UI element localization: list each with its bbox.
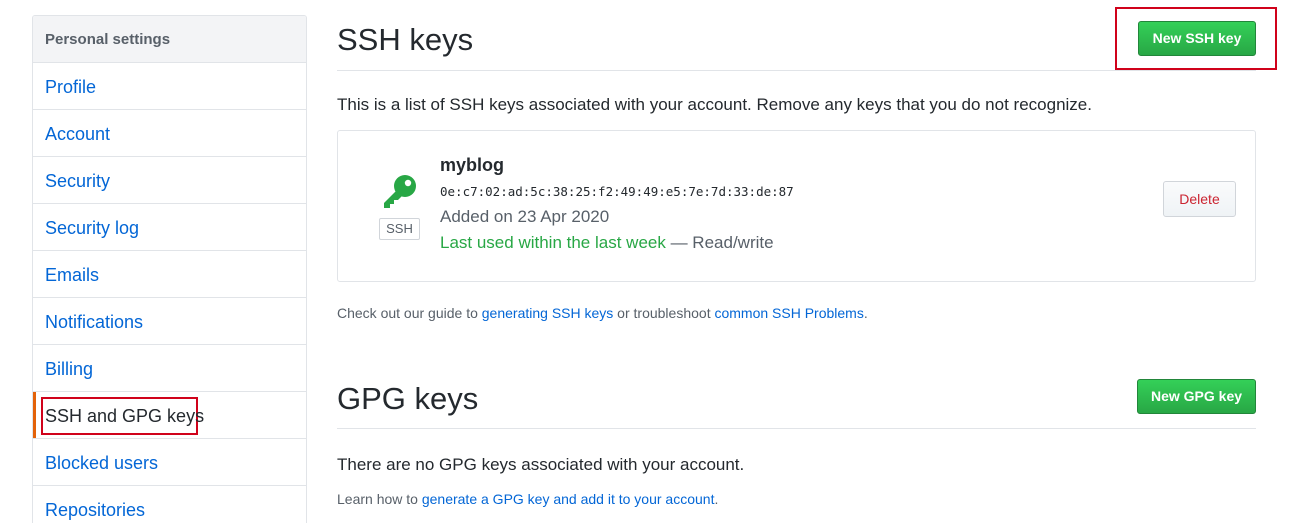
sidebar-item-label: Notifications — [45, 312, 144, 332]
sidebar-item-label: Repositories — [45, 500, 146, 520]
gpg-empty-message: There are no GPG keys associated with yo… — [337, 455, 745, 474]
learn-suffix-text: . — [714, 491, 719, 507]
key-usage: Last used within the last week — Read/wr… — [440, 233, 774, 253]
ssh-section-divider — [337, 70, 1256, 71]
ssh-guide-note: Check out our guide to generating SSH ke… — [337, 305, 868, 321]
guide-suffix-text: . — [863, 305, 868, 321]
key-fingerprint: 0e:c7:02:ad:5c:38:25:f2:49:49:e5:7e:7d:3… — [440, 184, 794, 199]
sidebar-item-blocked-users[interactable]: Blocked users — [33, 439, 306, 486]
key-last-used: Last used within the last week — [440, 233, 666, 252]
sidebar-item-label: SSH and GPG keys — [45, 406, 205, 426]
settings-sidebar: Personal settings Profile Account Securi… — [32, 15, 307, 523]
generate-gpg-key-link[interactable]: generate a GPG key and add it to your ac… — [422, 491, 715, 507]
sidebar-item-label: Billing — [45, 359, 94, 379]
sidebar-item-ssh-gpg-keys[interactable]: SSH and GPG keys — [33, 392, 306, 439]
new-ssh-key-button[interactable]: New SSH key — [1138, 21, 1256, 56]
new-gpg-key-button[interactable]: New GPG key — [1137, 379, 1256, 414]
key-access: — Read/write — [665, 233, 774, 252]
key-added-date: Added on 23 Apr 2020 — [440, 207, 610, 226]
sidebar-item-notifications[interactable]: Notifications — [33, 298, 306, 345]
sidebar-item-label: Profile — [45, 77, 97, 97]
ssh-keys-title: SSH keys — [337, 22, 474, 57]
delete-key-button[interactable]: Delete — [1163, 181, 1236, 217]
key-icon — [380, 173, 418, 211]
gpg-learn-note: Learn how to generate a GPG key and add … — [337, 491, 718, 507]
sidebar-item-label: Security log — [45, 218, 140, 238]
guide-middle-text: or troubleshoot — [613, 305, 715, 321]
sidebar-item-security[interactable]: Security — [33, 157, 306, 204]
sidebar-item-emails[interactable]: Emails — [33, 251, 306, 298]
sidebar-item-repositories[interactable]: Repositories — [33, 486, 306, 523]
sidebar-item-profile[interactable]: Profile — [33, 63, 306, 110]
ssh-key-item: SSH myblog 0e:c7:02:ad:5c:38:25:f2:49:49… — [337, 130, 1256, 282]
sidebar-item-label: Emails — [45, 265, 100, 285]
gpg-keys-title: GPG keys — [337, 381, 479, 416]
sidebar-item-billing[interactable]: Billing — [33, 345, 306, 392]
generating-ssh-keys-link[interactable]: generating SSH keys — [482, 305, 614, 321]
common-ssh-problems-link[interactable]: common SSH Problems — [714, 305, 863, 321]
sidebar-item-label: Account — [45, 124, 111, 144]
sidebar-item-account[interactable]: Account — [33, 110, 306, 157]
sidebar-item-label: Blocked users — [45, 453, 159, 473]
ssh-description: This is a list of SSH keys associated wi… — [337, 95, 1092, 114]
gpg-section-divider — [337, 428, 1256, 429]
sidebar-header: Personal settings — [33, 16, 306, 63]
ssh-badge: SSH — [379, 218, 420, 240]
sidebar-item-label: Security — [45, 171, 111, 191]
sidebar-item-security-log[interactable]: Security log — [33, 204, 306, 251]
guide-prefix-text: Check out our guide to — [337, 305, 482, 321]
learn-prefix-text: Learn how to — [337, 491, 422, 507]
key-name: myblog — [440, 155, 505, 175]
